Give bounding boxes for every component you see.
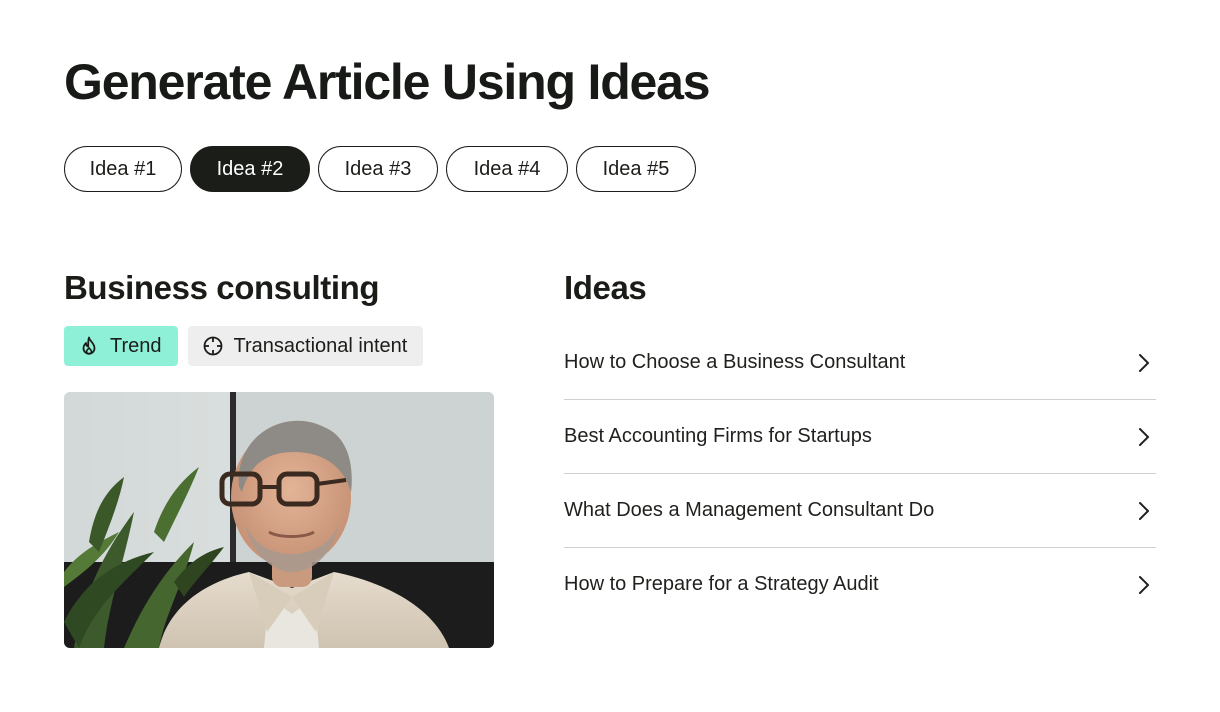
tab-idea-2[interactable]: Idea #2: [190, 146, 310, 192]
intent-badge: Transactional intent: [187, 326, 424, 366]
list-item[interactable]: How to Prepare for a Strategy Audit: [564, 548, 1156, 621]
list-item[interactable]: Best Accounting Firms for Startups: [564, 400, 1156, 474]
tab-idea-1[interactable]: Idea #1: [64, 146, 182, 192]
topic-photo: [64, 392, 494, 648]
chevron-right-icon: [1132, 499, 1156, 523]
trend-badge-label: Trend: [110, 334, 162, 357]
idea-label: Best Accounting Firms for Startups: [564, 425, 872, 447]
topic-badges: Trend Transactional intent: [64, 326, 424, 366]
idea-tabs: Idea #1 Idea #2 Idea #3 Idea #4 Idea #5: [64, 146, 696, 192]
chevron-right-icon: [1132, 425, 1156, 449]
idea-list: How to Choose a Business Consultant Best…: [564, 326, 1156, 621]
chevron-right-icon: [1132, 573, 1156, 597]
tab-idea-4[interactable]: Idea #4: [446, 146, 568, 192]
intent-badge-label: Transactional intent: [233, 334, 408, 357]
target-icon: [202, 335, 224, 357]
chevron-right-icon: [1132, 351, 1156, 375]
ideas-title: Ideas: [564, 269, 647, 306]
trend-badge: Trend: [64, 326, 178, 366]
idea-label: How to Prepare for a Strategy Audit: [564, 573, 879, 595]
tab-idea-3[interactable]: Idea #3: [318, 146, 438, 192]
topic-title: Business consulting: [64, 269, 380, 306]
page-title: Generate Article Using Ideas: [64, 54, 711, 110]
list-item[interactable]: How to Choose a Business Consultant: [564, 326, 1156, 400]
tab-idea-5[interactable]: Idea #5: [576, 146, 696, 192]
idea-label: How to Choose a Business Consultant: [564, 351, 906, 373]
idea-label: What Does a Management Consultant Do: [564, 499, 935, 521]
flame-icon: [78, 335, 100, 357]
list-item[interactable]: What Does a Management Consultant Do: [564, 474, 1156, 548]
